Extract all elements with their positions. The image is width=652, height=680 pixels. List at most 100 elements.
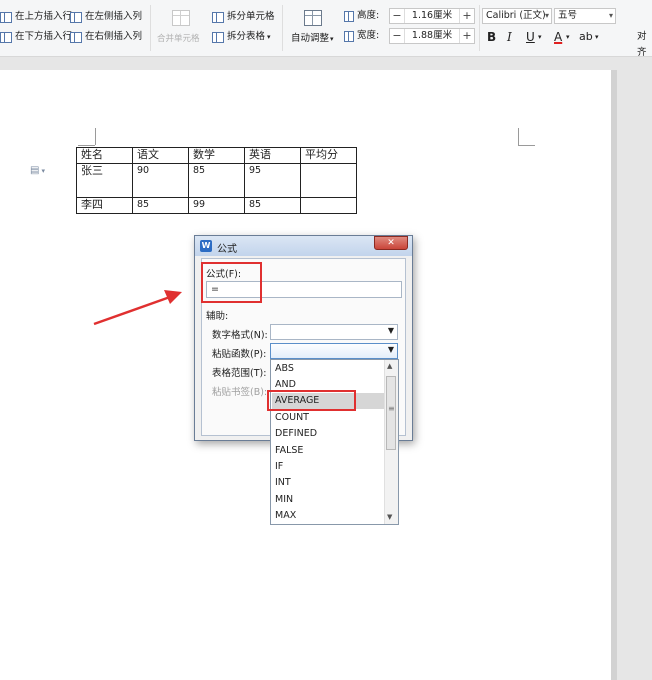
- annotation-arrow: [93, 290, 182, 326]
- scrollbar-thumb[interactable]: ≡: [386, 376, 396, 450]
- function-option[interactable]: MAX: [272, 508, 384, 524]
- italic-button[interactable]: I: [507, 29, 512, 45]
- table-range-label: 表格范围(T):: [212, 368, 267, 379]
- crop-mark: [95, 128, 96, 145]
- paragraph-handle-icon[interactable]: ▤ ▾: [30, 165, 45, 176]
- table-cell[interactable]: 85: [244, 197, 301, 214]
- chevron-down-icon: ▾: [608, 11, 613, 20]
- increase-width-button[interactable]: +: [460, 29, 474, 43]
- auto-fit-icon: [304, 10, 322, 26]
- annotation-highlight-formula: [201, 262, 262, 303]
- ribbon-divider: [282, 5, 283, 51]
- function-option[interactable]: IF: [272, 459, 384, 475]
- chevron-down-icon: ▾: [330, 35, 334, 43]
- row-height-icon: [344, 10, 354, 22]
- row-height-stepper[interactable]: − 1.16厘米 +: [389, 8, 475, 24]
- paste-function-label: 粘贴函数(P):: [212, 349, 267, 360]
- score-table[interactable]: 姓名 语文 数学 英语 平均分 张三 90 85 95 李四 85 99 85: [76, 147, 357, 214]
- insert-row-below-icon: [0, 31, 12, 43]
- font-name-select[interactable]: Calibri (正文) ▾: [482, 8, 552, 24]
- function-option[interactable]: ABS: [272, 361, 384, 377]
- assist-label: 辅助:: [206, 311, 229, 322]
- chevron-down-icon: ▼: [387, 326, 394, 335]
- paste-bookmark-label: 粘贴书签(B):: [212, 387, 268, 398]
- split-cells-button[interactable]: 拆分单元格: [212, 9, 275, 25]
- function-dropdown-list[interactable]: ABS AND AVERAGE COUNT DEFINED FALSE IF INT MIN MA…: [270, 359, 399, 525]
- table-header-cell[interactable]: 平均分: [300, 147, 357, 164]
- insert-row-below-button[interactable]: 在下方插入行: [0, 29, 72, 45]
- ribbon-toolbar: 在上方插入行 在下方插入行 在左侧插入列 在右侧插入列 合并单元格 拆分单元格 …: [0, 0, 652, 58]
- insert-column-left-icon: [70, 11, 82, 23]
- table-header-cell[interactable]: 数学: [188, 147, 245, 164]
- table-cell[interactable]: 90: [132, 163, 189, 198]
- crop-mark: [518, 128, 519, 145]
- chevron-down-icon[interactable]: ▾: [538, 29, 542, 45]
- table-cell[interactable]: [300, 163, 357, 198]
- table-cell[interactable]: [300, 197, 357, 214]
- function-option[interactable]: DEFINED: [272, 426, 384, 442]
- increase-height-button[interactable]: +: [460, 9, 474, 23]
- chevron-down-icon: ▾: [544, 11, 549, 20]
- insert-column-right-icon: [70, 31, 82, 43]
- split-table-icon: [212, 31, 224, 43]
- scroll-down-icon[interactable]: ▼: [387, 513, 392, 521]
- table-cell[interactable]: 张三: [76, 163, 133, 198]
- ribbon-divider: [150, 5, 151, 51]
- table-cell[interactable]: 85: [132, 197, 189, 214]
- dialog-title-bar[interactable]: W 公式 ✕: [195, 236, 412, 256]
- number-format-label: 数字格式(N):: [212, 330, 268, 341]
- column-width-icon: [344, 30, 354, 42]
- crop-mark: [78, 145, 95, 146]
- insert-row-above-button[interactable]: 在上方插入行: [0, 9, 72, 25]
- column-width-stepper[interactable]: − 1.88厘米 +: [389, 28, 475, 44]
- font-color-button[interactable]: A: [554, 29, 562, 45]
- table-cell[interactable]: 99: [188, 197, 245, 214]
- insert-column-right-button[interactable]: 在右侧插入列: [70, 29, 142, 45]
- font-size-select[interactable]: 五号 ▾: [554, 8, 616, 24]
- scroll-up-icon[interactable]: ▲: [387, 362, 392, 370]
- chevron-down-icon: ▼: [387, 345, 394, 354]
- table-row: 张三 90 85 95: [76, 163, 357, 198]
- decrease-width-button[interactable]: −: [390, 29, 404, 43]
- decrease-height-button[interactable]: −: [390, 9, 404, 23]
- table-cell[interactable]: 85: [188, 163, 245, 198]
- underline-button[interactable]: U: [526, 29, 535, 45]
- align-button[interactable]: 对齐: [637, 29, 652, 61]
- row-height-label: 高度:: [344, 8, 379, 24]
- function-option[interactable]: COUNT: [272, 410, 384, 426]
- split-cells-icon: [212, 11, 224, 23]
- close-button[interactable]: ✕: [374, 236, 408, 250]
- annotation-arrow-line: [93, 295, 171, 326]
- crop-mark: [518, 145, 535, 146]
- chevron-down-icon: ▾: [267, 33, 271, 41]
- grip-icon: ≡: [388, 404, 395, 413]
- function-option[interactable]: MIN: [272, 492, 384, 508]
- table-header-cell[interactable]: 语文: [132, 147, 189, 164]
- table-row: 李四 85 99 85: [76, 197, 357, 214]
- column-width-label: 宽度:: [344, 28, 379, 44]
- row-height-value[interactable]: 1.16厘米: [404, 9, 460, 23]
- insert-column-left-button[interactable]: 在左侧插入列: [70, 9, 142, 25]
- auto-fit-button[interactable]: 自动调整 ▾: [291, 31, 334, 47]
- function-option[interactable]: FALSE: [272, 443, 384, 459]
- split-table-button[interactable]: 拆分表格 ▾: [212, 29, 271, 45]
- column-width-value[interactable]: 1.88厘米: [404, 29, 460, 43]
- bold-button[interactable]: B: [487, 29, 496, 45]
- dialog-title: 公式: [217, 244, 237, 255]
- merge-cells-icon: [172, 10, 190, 26]
- table-cell[interactable]: 95: [244, 163, 301, 198]
- table-header-cell[interactable]: 英语: [244, 147, 301, 164]
- function-option[interactable]: INT: [272, 475, 384, 491]
- highlight-button[interactable]: ab: [579, 29, 593, 45]
- list-scrollbar[interactable]: ▲ ≡ ▼: [384, 360, 398, 524]
- annotation-highlight-average: [267, 390, 356, 411]
- page-shadow: [611, 70, 617, 680]
- table-cell[interactable]: 李四: [76, 197, 133, 214]
- number-format-select[interactable]: ▼: [270, 324, 398, 340]
- paste-function-select[interactable]: ▼: [270, 343, 398, 359]
- insert-row-above-icon: [0, 11, 12, 23]
- chevron-down-icon[interactable]: ▾: [595, 29, 599, 45]
- merge-cells-button[interactable]: 合并单元格: [157, 31, 200, 47]
- table-header-cell[interactable]: 姓名: [76, 147, 133, 164]
- chevron-down-icon[interactable]: ▾: [566, 29, 570, 45]
